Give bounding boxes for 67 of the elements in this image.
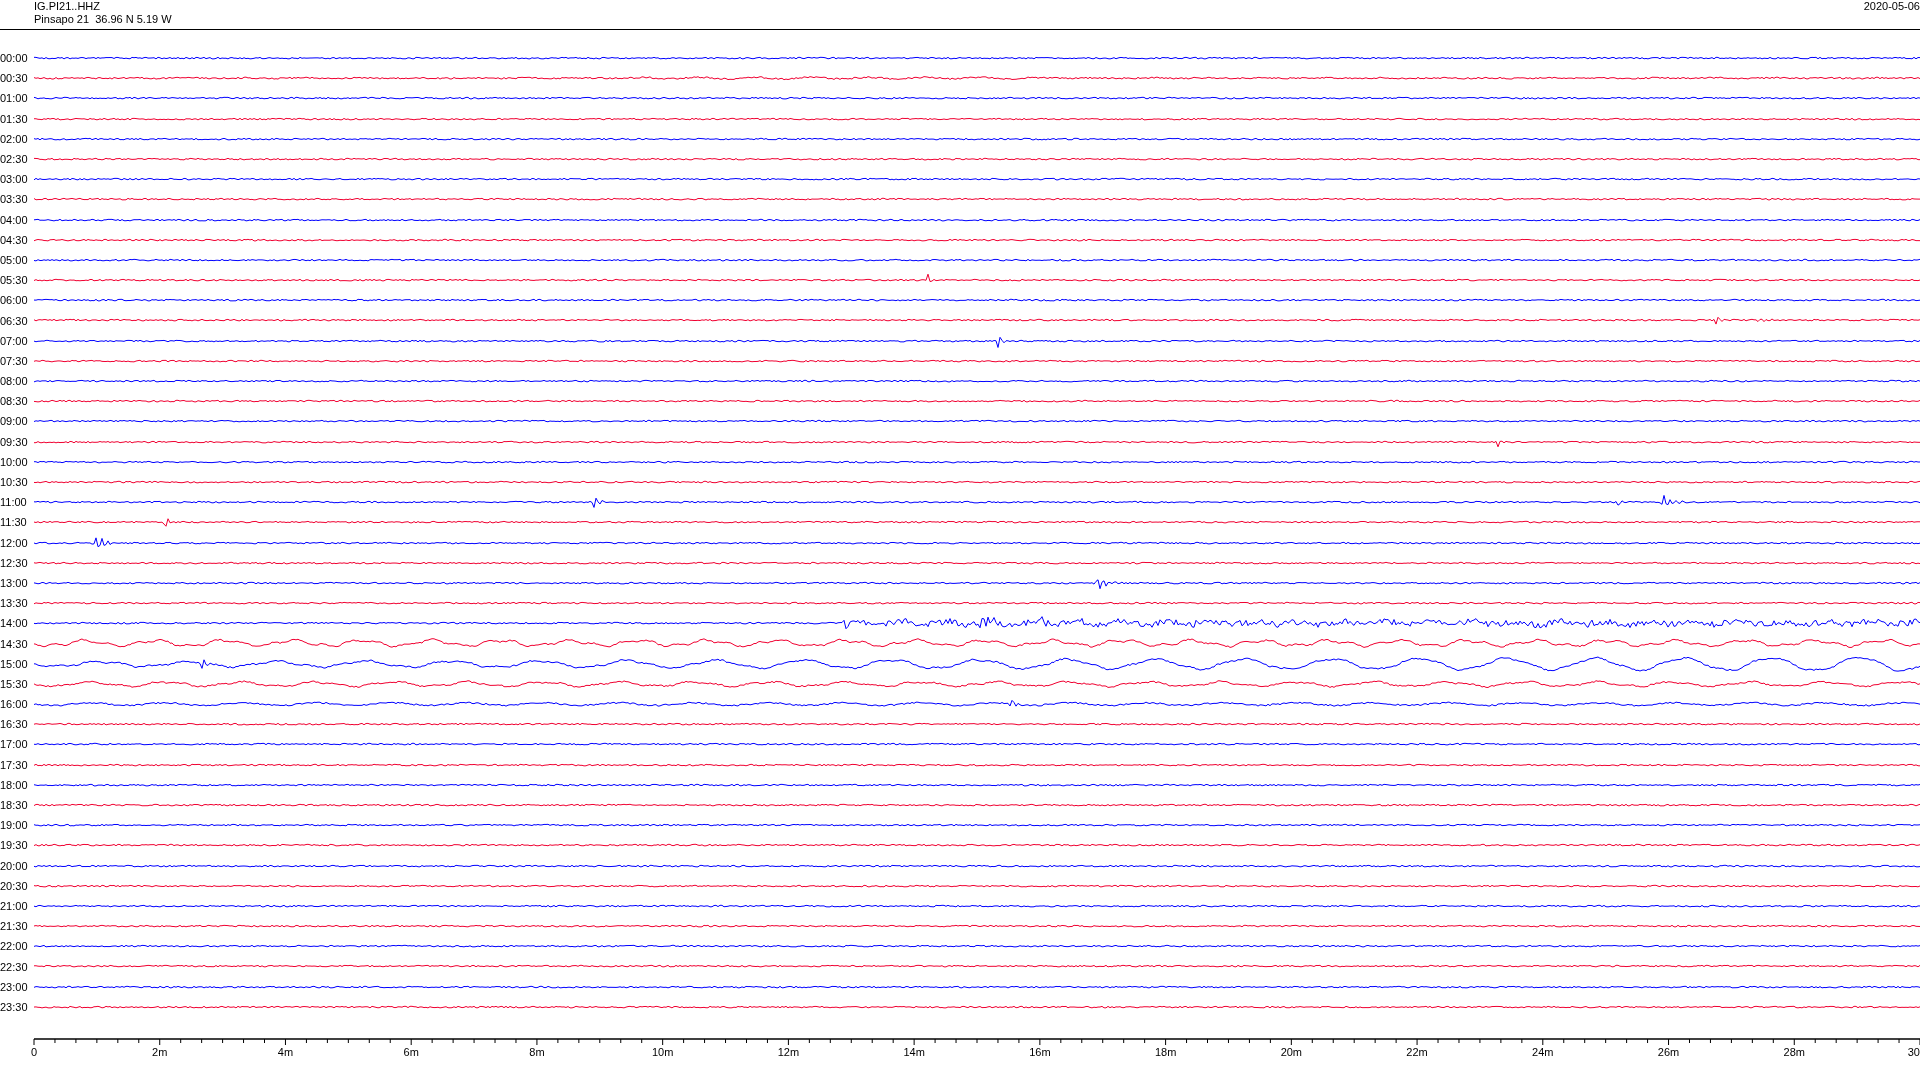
axis-label: 6m	[403, 1046, 419, 1058]
time-label: 02:30	[0, 153, 29, 166]
axis-label: 26m	[1657, 1046, 1680, 1058]
time-label: 01:00	[0, 92, 29, 105]
time-label: 17:30	[0, 758, 29, 771]
time-label: 05:00	[0, 253, 29, 266]
time-label: 14:00	[0, 617, 29, 630]
time-label: 00:30	[0, 72, 29, 85]
time-label: 22:00	[0, 940, 29, 953]
station-code: IG.PI21..HHZ	[34, 0, 102, 13]
time-label: 14:30	[0, 637, 29, 650]
time-label: 23:00	[0, 980, 29, 993]
axis-label: 14m	[903, 1046, 925, 1058]
time-label: 22:30	[0, 960, 29, 973]
time-label: 03:30	[0, 193, 29, 206]
time-label: 13:30	[0, 597, 29, 610]
time-label: 23:30	[0, 1000, 29, 1013]
time-label: 13:00	[0, 576, 29, 589]
time-label: 19:00	[0, 819, 29, 832]
time-label: 11:30	[0, 516, 28, 529]
time-label: 16:00	[0, 698, 29, 711]
time-label: 03:00	[0, 173, 29, 186]
axis-label: 8m	[529, 1046, 545, 1058]
time-label: 18:30	[0, 799, 29, 812]
date-label: 2020-05-06	[1863, 0, 1920, 13]
time-label: 20:00	[0, 859, 29, 872]
time-label: 00:00	[0, 52, 29, 65]
time-label: 09:30	[0, 435, 29, 448]
time-label: 20:30	[0, 879, 29, 892]
time-label: 10:30	[0, 476, 29, 489]
time-label: 08:00	[0, 375, 29, 388]
time-label: 21:00	[0, 899, 29, 912]
axis-label: 0	[30, 1046, 38, 1058]
time-label: 12:00	[0, 536, 29, 549]
axis-label: 20m	[1280, 1046, 1303, 1058]
time-label: 09:00	[0, 415, 29, 428]
time-label: 11:00	[0, 496, 28, 509]
axis-label: 28m	[1783, 1046, 1805, 1058]
axis-label: 2m	[152, 1046, 168, 1058]
time-label: 17:00	[0, 738, 29, 751]
time-label: 05:30	[0, 274, 29, 287]
axis-label: 24m	[1532, 1046, 1554, 1058]
time-label: 07:30	[0, 354, 29, 367]
time-label: 06:00	[0, 294, 29, 307]
axis-label: 30	[1907, 1046, 1920, 1058]
time-label: 01:30	[0, 112, 29, 125]
time-label: 12:30	[0, 556, 29, 569]
axis-label: 10m	[651, 1046, 674, 1058]
time-label: 04:30	[0, 233, 29, 246]
time-label: 15:30	[0, 677, 29, 690]
station-location: Pinsapo 21 36.96 N 5.19 W	[34, 13, 172, 26]
time-label: 21:30	[0, 920, 29, 933]
time-label: 16:30	[0, 718, 29, 731]
time-label: 18:00	[0, 778, 29, 791]
time-label: 08:30	[0, 395, 29, 408]
time-label: 19:30	[0, 839, 29, 852]
time-label: 02:00	[0, 132, 29, 145]
axis-label: 16m	[1029, 1046, 1051, 1058]
axis-label: 22m	[1406, 1046, 1428, 1058]
axis-label: 12m	[777, 1046, 800, 1058]
time-label: 07:00	[0, 334, 29, 347]
time-label: 15:00	[0, 657, 29, 670]
time-label: 06:30	[0, 314, 29, 327]
time-label: 10:00	[0, 455, 29, 468]
axis-label: 18m	[1154, 1046, 1177, 1058]
time-label: 04:00	[0, 213, 29, 226]
axis-label: 4m	[277, 1046, 294, 1058]
